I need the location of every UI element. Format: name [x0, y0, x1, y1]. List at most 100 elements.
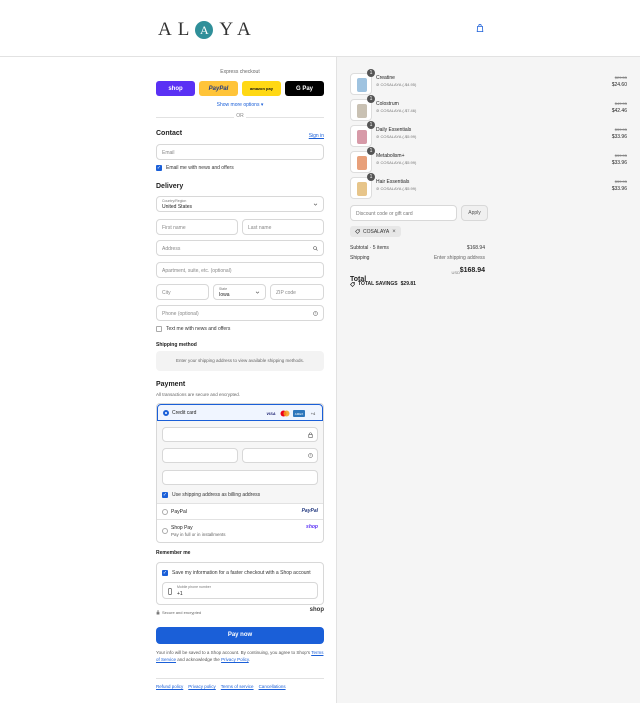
checkbox-checked-icon[interactable]: ✓ [156, 165, 162, 171]
payment-options: Credit card VISA AMEX +4 ? ✓ Use shippin… [156, 403, 324, 543]
paypal-logo-icon: PayPal [301, 508, 318, 514]
credit-card-label: Credit card [172, 410, 197, 416]
checkbox-checked-icon[interactable]: ✓ [162, 492, 168, 498]
shopping-bag-icon[interactable] [476, 24, 484, 32]
mobile-phone-field[interactable]: Mobile phone number +1 [162, 582, 318, 599]
save-info-label: Save my information for a faster checkou… [172, 570, 311, 576]
lock-icon [156, 610, 160, 615]
card-number-field[interactable] [162, 427, 318, 442]
radio-unselected-icon[interactable] [162, 509, 168, 515]
phone-field[interactable]: Phone (optional) ? [156, 305, 324, 321]
discount-code-field[interactable]: Discount code or gift card [350, 205, 457, 221]
city-field[interactable]: City [156, 284, 209, 300]
chevron-down-icon [313, 203, 318, 206]
order-item: 1 Hair Essentials ⊘ COSALAYA (-$5.99) [350, 173, 486, 199]
show-more-options-link[interactable]: Show more options ▾ [156, 102, 324, 108]
billing-address-checkbox-row[interactable]: ✓ Use shipping address as billing addres… [162, 492, 260, 498]
legal-middle: and acknowledge the [176, 656, 222, 662]
cancellations-link[interactable]: Cancellations [259, 684, 286, 689]
google-pay-button[interactable]: G Pay [285, 81, 324, 96]
brand-logo[interactable]: AL A YA [158, 19, 257, 41]
product-discount-text: COSALAYA (-$7.46) [380, 108, 417, 113]
address-field[interactable]: Address [156, 240, 324, 256]
amex-icon: AMEX [293, 410, 305, 417]
product-discount: ⊘ COSALAYA (-$7.46) [376, 108, 416, 113]
product-discount: ⊘ COSALAYA (-$5.99) [376, 160, 416, 165]
quantity-badge: 1 [367, 147, 375, 155]
remove-code-icon[interactable]: × [392, 229, 396, 235]
checkbox-checked-icon[interactable]: ✓ [162, 570, 168, 576]
quantity-badge: 1 [367, 173, 375, 181]
payment-subtitle: All transactions are secure and encrypte… [156, 392, 241, 397]
remember-me-title: Remember me [156, 550, 191, 556]
help-icon[interactable]: ? [308, 453, 313, 458]
apply-button[interactable]: Apply [461, 205, 488, 221]
save-info-checkbox-row[interactable]: ✓ Save my information for a faster check… [162, 570, 311, 576]
credit-card-option[interactable]: Credit card VISA AMEX +4 [157, 404, 323, 421]
discounted-price: $33.96 [611, 186, 627, 192]
discounted-price: $33.96 [611, 134, 627, 140]
privacy-policy-link[interactable]: Privacy Policy [221, 657, 249, 662]
billing-address-label: Use shipping address as billing address [172, 492, 261, 498]
product-discount-text: COSALAYA (-$5.99) [380, 160, 417, 165]
shipping-method-message: Enter your shipping address to view avai… [156, 351, 324, 371]
remember-me-box: ✓ Save my information for a faster check… [156, 562, 324, 605]
quantity-badge: 1 [367, 121, 375, 129]
mobile-phone-label: Mobile phone number [177, 585, 211, 589]
pay-now-button[interactable]: Pay now [156, 627, 324, 644]
discounted-price: $24.60 [611, 82, 627, 88]
name-on-card-field[interactable] [162, 470, 318, 485]
original-price: $39.95 [614, 153, 627, 158]
terms-of-service-footer-link[interactable]: Terms of service [221, 684, 254, 689]
paypal-button[interactable]: PayPal [199, 81, 238, 96]
text-news-checkbox-row[interactable]: Text me with news and offers [156, 326, 230, 332]
or-divider: OR [156, 113, 324, 121]
search-icon [313, 246, 318, 251]
tag-icon [355, 229, 360, 234]
subtotal-row: Subtotal · 5 items $168.94 [350, 245, 485, 251]
email-news-checkbox-row[interactable]: ✓ Email me with news and offers [156, 165, 234, 171]
privacy-policy-footer-link[interactable]: Privacy policy [188, 684, 216, 689]
security-code-field[interactable]: ? [242, 448, 318, 463]
mastercard-circles [280, 410, 290, 417]
amazon-pay-button[interactable]: amazon pay [242, 81, 281, 96]
paypal-option[interactable]: PayPal PayPal [157, 503, 323, 519]
product-discount-text: COSALAYA (-$5.99) [380, 134, 417, 139]
email-field[interactable]: Email [156, 144, 324, 160]
subtotal-label: Subtotal · 5 items [350, 245, 389, 251]
product-discount-text: COSALAYA (-$4.95) [380, 82, 417, 87]
order-item: 1 Metabolism+ ⊘ COSALAYA (-$5.99) [350, 147, 486, 173]
refund-policy-link[interactable]: Refund policy [156, 684, 183, 689]
apartment-field[interactable]: Apartment, suite, etc. (optional) [156, 262, 324, 278]
subtotal-value: $168.94 [466, 245, 485, 251]
shop-pay-button[interactable]: shop [156, 81, 195, 96]
first-name-field[interactable]: First name [156, 219, 238, 235]
expiration-date-field[interactable] [162, 448, 238, 463]
secure-encrypted-label: Secure and encrypted [162, 610, 202, 615]
product-name: Daily Essentials [376, 127, 412, 133]
shop-pay-subtitle: Pay in full or in installments [171, 532, 226, 537]
product-name: Creatine [376, 75, 395, 81]
state-label: State [219, 287, 228, 291]
legal-suffix: . [248, 656, 251, 662]
sign-in-link[interactable]: Sign in [309, 133, 324, 139]
last-name-field[interactable]: Last name [242, 219, 324, 235]
product-discount: ⊘ COSALAYA (-$5.99) [376, 134, 416, 139]
state-select[interactable]: State Iowa [213, 284, 266, 300]
country-value: United States [162, 204, 193, 210]
radio-unselected-icon[interactable] [162, 528, 168, 534]
legal-text: Your info will be saved to a Shop accoun… [156, 650, 324, 663]
product-image [357, 78, 367, 92]
radio-selected-icon[interactable] [163, 410, 169, 416]
product-image [357, 104, 367, 118]
help-icon[interactable]: ? [313, 311, 318, 316]
zip-field[interactable]: ZIP code [270, 284, 324, 300]
product-name: Colostrum [376, 101, 399, 107]
checkbox-unchecked-icon[interactable] [156, 326, 162, 332]
shop-pay-option[interactable]: Shop Pay Pay in full or in installments … [157, 519, 323, 543]
original-price: $39.95 [614, 127, 627, 132]
country-select[interactable]: Country/Region United States [156, 196, 324, 212]
logo-mark: A [195, 21, 214, 39]
product-discount: ⊘ COSALAYA (-$4.95) [376, 82, 416, 87]
credit-card-form: ? ✓ Use shipping address as billing addr… [157, 421, 323, 503]
